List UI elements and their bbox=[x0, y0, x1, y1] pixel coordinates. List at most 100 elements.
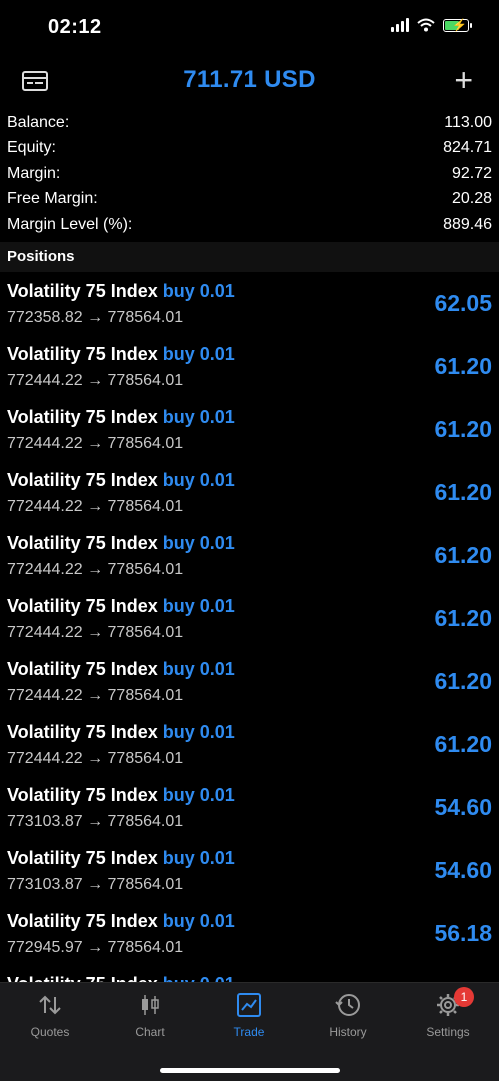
position-profit: 61.20 bbox=[434, 731, 492, 757]
position-row[interactable]: Volatility 75 Index buy 0.01 772444.22 →… bbox=[0, 402, 499, 465]
summary-value: 92.72 bbox=[451, 164, 492, 182]
summary-row-margin: Margin: 92.72 bbox=[0, 161, 499, 187]
summary-row-margin-level: Margin Level (%): 889.46 bbox=[0, 212, 499, 238]
position-prices: 773103.87 → 778564.01 bbox=[7, 876, 184, 893]
tab-label: History bbox=[329, 1025, 367, 1039]
position-symbol: Volatility 75 Index bbox=[7, 470, 158, 490]
position-symbol: Volatility 75 Index bbox=[7, 974, 158, 982]
position-direction: buy 0.01 bbox=[162, 344, 235, 364]
settings-notification-badge: 1 bbox=[454, 987, 474, 1007]
position-symbol: Volatility 75 Index bbox=[7, 407, 158, 427]
position-direction: buy 0.01 bbox=[162, 281, 235, 301]
position-prices: 772444.22 → 778564.01 bbox=[7, 561, 184, 578]
position-row[interactable]: Volatility 75 Index buy 0.01 bbox=[0, 969, 499, 982]
position-prices: 772444.22 → 778564.01 bbox=[7, 624, 184, 641]
equity-title: 711.71 USD bbox=[183, 66, 316, 93]
position-row[interactable]: Volatility 75 Index buy 0.01 772444.22 →… bbox=[0, 717, 499, 780]
tab-history[interactable]: History bbox=[298, 991, 398, 1039]
position-symbol: Volatility 75 Index bbox=[7, 281, 158, 301]
summary-label: Equity: bbox=[7, 139, 56, 157]
history-clock-icon bbox=[298, 991, 398, 1019]
position-symbol: Volatility 75 Index bbox=[7, 911, 158, 931]
position-profit: 61.20 bbox=[434, 353, 492, 379]
tab-label: Quotes bbox=[30, 1025, 70, 1039]
position-symbol: Volatility 75 Index bbox=[7, 785, 158, 805]
positions-section-header: Positions bbox=[0, 242, 499, 272]
status-bar: 02:12 ⚡ bbox=[0, 0, 499, 56]
position-symbol: Volatility 75 Index bbox=[7, 344, 158, 364]
position-prices: 772444.22 → 778564.01 bbox=[7, 435, 184, 452]
position-symbol: Volatility 75 Index bbox=[7, 722, 158, 742]
home-indicator[interactable] bbox=[160, 1068, 340, 1073]
position-direction: buy 0.01 bbox=[162, 596, 235, 616]
position-symbol: Volatility 75 Index bbox=[7, 848, 158, 868]
status-time: 02:12 bbox=[48, 16, 102, 38]
tab-trade[interactable]: Trade bbox=[199, 991, 299, 1039]
summary-value: 824.71 bbox=[443, 139, 492, 157]
summary-label: Margin Level (%): bbox=[7, 215, 133, 233]
position-profit: 61.20 bbox=[434, 479, 492, 505]
cellular-signal-icon bbox=[391, 18, 409, 32]
position-prices: 772444.22 → 778564.01 bbox=[7, 687, 184, 704]
position-profit: 62.05 bbox=[434, 290, 492, 316]
position-row[interactable]: Volatility 75 Index buy 0.01 772444.22 →… bbox=[0, 591, 499, 654]
position-row[interactable]: Volatility 75 Index buy 0.01 773103.87 →… bbox=[0, 780, 499, 843]
tab-chart[interactable]: Chart bbox=[100, 991, 200, 1039]
tab-quotes[interactable]: Quotes bbox=[0, 991, 100, 1039]
position-row[interactable]: Volatility 75 Index buy 0.01 772444.22 →… bbox=[0, 339, 499, 402]
nav-header: 711.71 USD + bbox=[0, 56, 499, 108]
position-profit: 54.60 bbox=[434, 857, 492, 883]
position-profit: 61.20 bbox=[434, 416, 492, 442]
account-summary: Balance: 113.00 Equity: 824.71 Margin: 9… bbox=[0, 110, 499, 238]
position-symbol: Volatility 75 Index bbox=[7, 533, 158, 553]
position-profit: 61.20 bbox=[434, 668, 492, 694]
position-direction: buy 0.01 bbox=[162, 785, 235, 805]
position-row[interactable]: Volatility 75 Index buy 0.01 772444.22 →… bbox=[0, 654, 499, 717]
summary-label: Margin: bbox=[7, 164, 61, 182]
position-direction: buy 0.01 bbox=[162, 659, 235, 679]
position-profit: 61.20 bbox=[434, 542, 492, 568]
position-symbol: Volatility 75 Index bbox=[7, 659, 158, 679]
position-prices: 772444.22 → 778564.01 bbox=[7, 372, 184, 389]
position-prices: 772358.82 → 778564.01 bbox=[7, 309, 184, 326]
position-direction: buy 0.01 bbox=[162, 470, 235, 490]
summary-row-balance: Balance: 113.00 bbox=[0, 110, 499, 136]
position-direction: buy 0.01 bbox=[162, 533, 235, 553]
summary-label: Balance: bbox=[7, 113, 70, 131]
position-row[interactable]: Volatility 75 Index buy 0.01 772945.97 →… bbox=[0, 906, 499, 969]
summary-label: Free Margin: bbox=[7, 190, 98, 208]
position-row[interactable]: Volatility 75 Index buy 0.01 772358.82 →… bbox=[0, 276, 499, 339]
summary-row-equity: Equity: 824.71 bbox=[0, 136, 499, 162]
position-profit: 54.60 bbox=[434, 794, 492, 820]
quotes-arrows-icon bbox=[0, 991, 100, 1019]
summary-value: 889.46 bbox=[443, 215, 492, 233]
position-row[interactable]: Volatility 75 Index buy 0.01 772444.22 →… bbox=[0, 528, 499, 591]
position-direction: buy 0.01 bbox=[162, 407, 235, 427]
tab-label: Settings bbox=[426, 1025, 470, 1039]
position-direction: buy 0.01 bbox=[162, 911, 235, 931]
position-profit: 61.20 bbox=[434, 605, 492, 631]
position-prices: 772444.22 → 778564.01 bbox=[7, 750, 184, 767]
position-direction: buy 0.01 bbox=[162, 848, 235, 868]
positions-title: Positions bbox=[7, 248, 75, 265]
settings-gear-icon bbox=[398, 991, 498, 1019]
position-profit: 56.18 bbox=[434, 920, 492, 946]
battery-icon: ⚡ bbox=[443, 18, 472, 32]
tab-settings[interactable]: 1 Settings bbox=[398, 987, 498, 1039]
tab-label: Chart bbox=[135, 1025, 165, 1039]
wifi-icon bbox=[417, 18, 435, 32]
position-symbol: Volatility 75 Index bbox=[7, 596, 158, 616]
add-order-plus-icon[interactable]: + bbox=[454, 64, 473, 96]
tab-label: Trade bbox=[233, 1025, 265, 1039]
position-prices: 772444.22 → 778564.01 bbox=[7, 498, 184, 515]
trade-chart-icon bbox=[199, 991, 299, 1019]
position-prices: 772945.97 → 778564.01 bbox=[7, 939, 184, 956]
position-row[interactable]: Volatility 75 Index buy 0.01 773103.87 →… bbox=[0, 843, 499, 906]
position-direction: buy 0.01 bbox=[163, 974, 235, 982]
position-row[interactable]: Volatility 75 Index buy 0.01 772444.22 →… bbox=[0, 465, 499, 528]
status-icons: ⚡ bbox=[391, 18, 472, 32]
positions-list[interactable]: Volatility 75 Index buy 0.01 772358.82 →… bbox=[0, 276, 499, 982]
candlestick-icon bbox=[100, 991, 200, 1019]
summary-row-free-margin: Free Margin: 20.28 bbox=[0, 187, 499, 213]
summary-value: 113.00 bbox=[444, 113, 492, 131]
